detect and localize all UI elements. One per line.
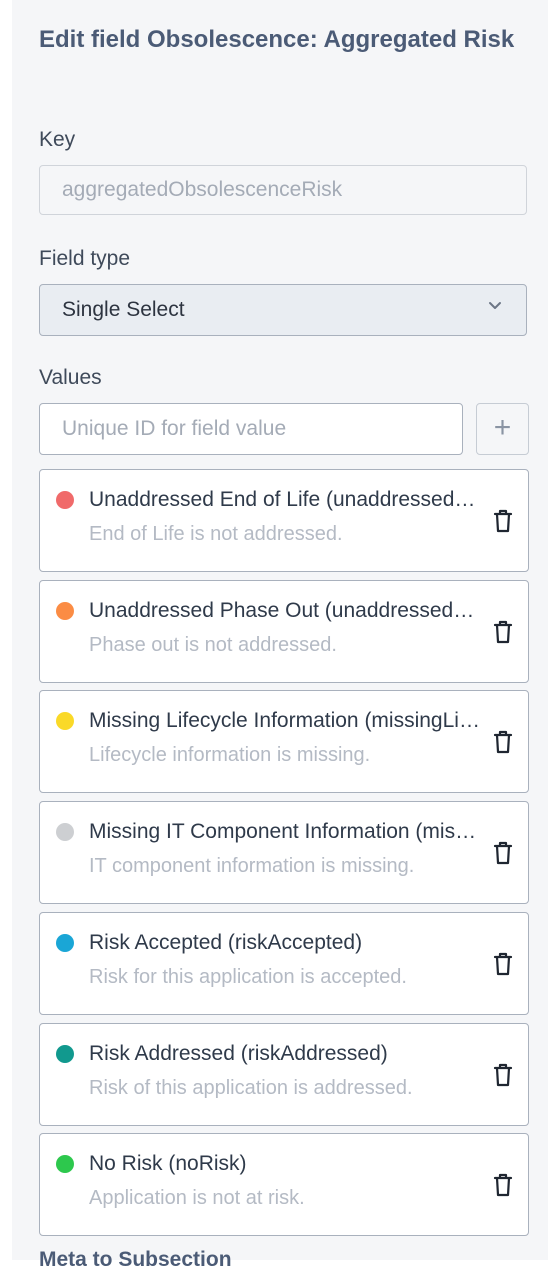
key-label: Key bbox=[39, 128, 76, 151]
trash-icon[interactable] bbox=[490, 728, 516, 756]
value-item[interactable]: Unaddressed End of Life (unaddressedEndO… bbox=[39, 469, 529, 572]
trash-icon[interactable] bbox=[490, 1061, 516, 1089]
field-type-label: Field type bbox=[39, 247, 131, 270]
value-name: Missing Lifecycle Information (missingLi… bbox=[89, 709, 481, 732]
value-item[interactable]: Missing Lifecycle Information (missingLi… bbox=[39, 690, 529, 793]
value-description: Phase out is not addressed. bbox=[89, 634, 337, 656]
value-name: Unaddressed End of Life (unaddressedEndO… bbox=[89, 488, 481, 511]
value-name: Unaddressed Phase Out (unaddressedPhaseO… bbox=[89, 599, 481, 622]
value-description: Risk of this application is addressed. bbox=[89, 1077, 413, 1099]
plus-icon: + bbox=[493, 411, 512, 444]
value-name: No Risk (noRisk) bbox=[89, 1152, 247, 1175]
field-value-id-input[interactable] bbox=[39, 403, 463, 455]
value-item[interactable]: Risk Addressed (riskAddressed) Risk of t… bbox=[39, 1023, 529, 1126]
value-name: Risk Accepted (riskAccepted) bbox=[89, 931, 363, 954]
value-color-dot bbox=[56, 1045, 74, 1063]
field-type-selected-value: Single Select bbox=[62, 298, 185, 321]
value-color-dot bbox=[56, 491, 74, 509]
value-color-dot bbox=[56, 602, 74, 620]
value-item[interactable]: No Risk (noRisk) Application is not at r… bbox=[39, 1133, 529, 1236]
value-description: Application is not at risk. bbox=[89, 1187, 305, 1209]
value-description: Lifecycle information is missing. bbox=[89, 744, 371, 766]
key-field: aggregatedObsolescenceRisk bbox=[39, 165, 527, 215]
value-description: End of Life is not addressed. bbox=[89, 523, 343, 545]
value-color-dot bbox=[56, 823, 74, 841]
value-item[interactable]: Risk Accepted (riskAccepted) Risk for th… bbox=[39, 912, 529, 1015]
value-description: Risk for this application is accepted. bbox=[89, 966, 407, 988]
next-section-heading: Meta to Subsection bbox=[39, 1248, 232, 1271]
value-item[interactable]: Unaddressed Phase Out (unaddressedPhaseO… bbox=[39, 580, 529, 683]
trash-icon[interactable] bbox=[490, 618, 516, 646]
chevron-down-icon bbox=[489, 302, 501, 309]
value-description: IT component information is missing. bbox=[89, 855, 415, 877]
field-type-select[interactable]: Single Select bbox=[39, 284, 527, 336]
trash-icon[interactable] bbox=[490, 1171, 516, 1199]
add-value-button[interactable]: + bbox=[476, 403, 529, 455]
value-color-dot bbox=[56, 1155, 74, 1173]
trash-icon[interactable] bbox=[490, 950, 516, 978]
value-item[interactable]: Missing IT Component Information (missin… bbox=[39, 801, 529, 904]
edit-field-panel: Edit field Obsolescence: Aggregated Risk… bbox=[12, 0, 548, 1271]
dialog-title: Edit field Obsolescence: Aggregated Risk bbox=[39, 26, 515, 53]
values-label: Values bbox=[39, 366, 102, 389]
value-color-dot bbox=[56, 934, 74, 952]
value-name: Missing IT Component Information (missin… bbox=[89, 820, 481, 843]
value-color-dot bbox=[56, 712, 74, 730]
value-name: Risk Addressed (riskAddressed) bbox=[89, 1042, 388, 1065]
trash-icon[interactable] bbox=[490, 839, 516, 867]
trash-icon[interactable] bbox=[490, 507, 516, 535]
